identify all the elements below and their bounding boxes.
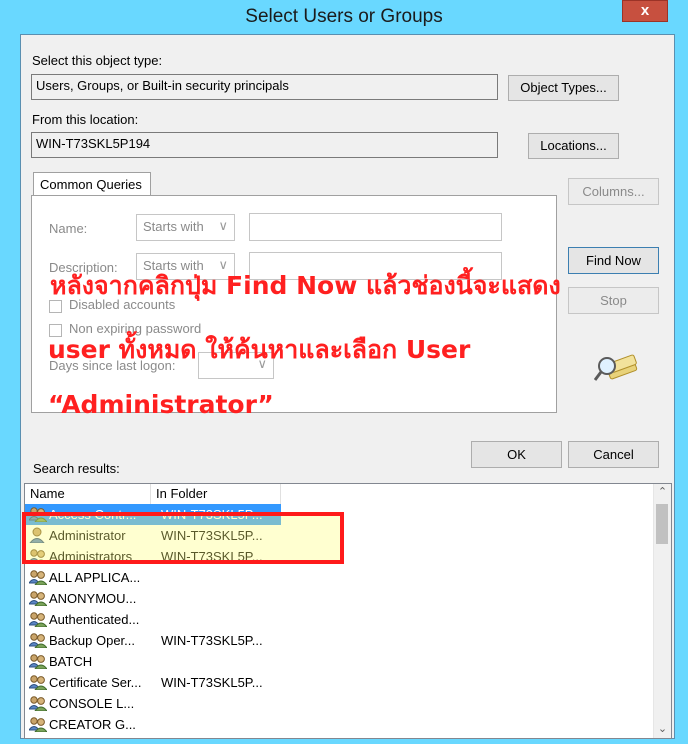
result-name: BATCH (49, 654, 93, 669)
dialog-title: Select Users or Groups (245, 6, 443, 27)
name-input[interactable] (249, 213, 502, 241)
annotation-line-3: “Administrator” (48, 390, 274, 419)
result-name: ALL APPLICA... (49, 570, 141, 585)
search-results-label: Search results: (33, 461, 120, 476)
location-field: WIN-T73SKL5P194 (31, 132, 498, 158)
column-header-in-folder[interactable]: In Folder (151, 484, 281, 504)
result-name: CREATOR G... (49, 717, 136, 732)
scroll-up-icon[interactable]: ⌃ (654, 484, 671, 501)
object-types-button[interactable]: Object Types... (508, 75, 619, 101)
close-button[interactable]: x (622, 0, 668, 22)
result-row[interactable]: Authenticated... (25, 609, 657, 630)
result-folder: WIN-T73SKL5P... (161, 633, 263, 648)
title-bar[interactable]: Select Users or Groups x (0, 0, 688, 32)
dialog-window: Select Users or Groups x Select this obj… (0, 0, 688, 744)
group-icon (28, 716, 49, 733)
annotation-line-1: หลังจากคลิกปุ่ม Find Now แล้วช่องนี้จะแส… (50, 271, 561, 300)
result-name: Backup Oper... (49, 633, 135, 648)
scroll-down-icon[interactable]: ⌄ (654, 721, 671, 738)
result-name: Authenticated... (49, 612, 140, 627)
locations-button[interactable]: Locations... (528, 133, 619, 159)
tab-common-queries[interactable]: Common Queries (33, 172, 151, 196)
result-row[interactable]: CREATOR G... (25, 714, 657, 735)
object-type-label: Select this object type: (32, 53, 163, 68)
find-now-button[interactable]: Find Now (568, 247, 659, 274)
chevron-down-icon: ∨ (218, 218, 228, 233)
group-icon (28, 590, 49, 607)
result-folder: WIN-T73SKL5P... (161, 675, 263, 690)
search-users-icon (594, 354, 638, 381)
result-row[interactable]: CONSOLE L... (25, 693, 657, 714)
result-row[interactable]: BATCH (25, 651, 657, 672)
group-icon (28, 695, 49, 712)
location-label: From this location: (32, 112, 139, 127)
group-icon (28, 674, 49, 691)
name-mode-value: Starts with (143, 219, 204, 234)
result-row[interactable]: Certificate Ser... WIN-T73SKL5P... (25, 672, 657, 693)
stop-button[interactable]: Stop (568, 287, 659, 314)
ok-button[interactable]: OK (471, 441, 562, 468)
result-name: CONSOLE L... (49, 696, 135, 711)
dialog-body: Select this object type: Users, Groups, … (20, 34, 675, 739)
results-scrollbar[interactable]: ⌃ ⌄ (653, 484, 671, 738)
cancel-button[interactable]: Cancel (568, 441, 659, 468)
result-row[interactable]: ALL APPLICA... (25, 567, 657, 588)
name-label: Name: (49, 221, 88, 236)
annotation-line-2: user ทั้งหมด ให้ค้นหาและเลือก User (48, 335, 471, 364)
group-icon (28, 569, 49, 586)
administrator-highlight-box (22, 512, 344, 564)
result-row[interactable]: Backup Oper... WIN-T73SKL5P... (25, 630, 657, 651)
name-mode-select[interactable]: Starts with ∨ (136, 214, 235, 241)
column-header-name[interactable]: Name (25, 484, 151, 504)
group-icon (28, 632, 49, 649)
result-name: ANONYMOU... (49, 591, 137, 606)
group-icon (28, 611, 49, 628)
scroll-thumb[interactable] (656, 504, 668, 544)
result-row[interactable]: ANONYMOU... (25, 588, 657, 609)
object-type-field: Users, Groups, or Built-in security prin… (31, 74, 498, 100)
columns-button[interactable]: Columns... (568, 178, 659, 205)
group-icon (28, 653, 49, 670)
result-name: Certificate Ser... (49, 675, 142, 690)
